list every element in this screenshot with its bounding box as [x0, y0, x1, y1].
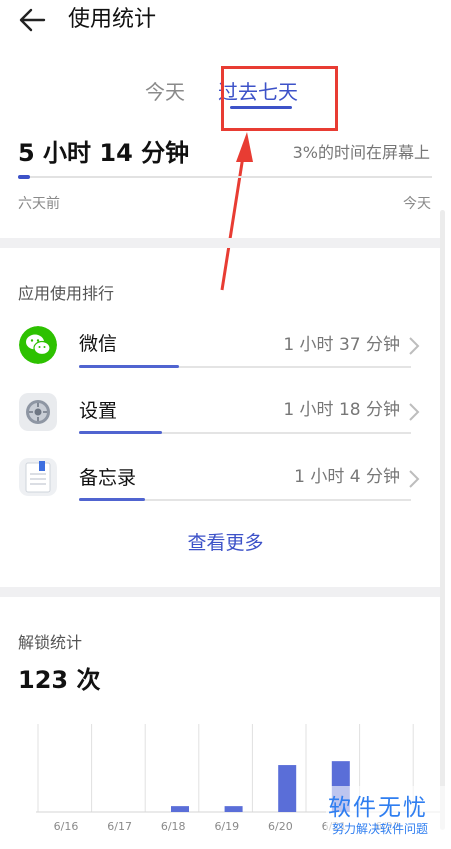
annotation-arrow	[220, 132, 253, 291]
ranking-section-title: 应用使用排行	[18, 284, 115, 303]
app-usage-time: 1 小时 37 分钟	[283, 335, 400, 355]
scrollbar[interactable]	[440, 210, 445, 830]
settings-icon	[19, 393, 57, 431]
section-divider	[0, 238, 440, 248]
app-name: 设置	[79, 400, 118, 422]
chart-x-tick-label: 6/18	[161, 820, 186, 833]
range-end-label: 今天	[403, 196, 431, 212]
chevron-right-icon	[409, 403, 420, 421]
range-start-label: 六天前	[18, 196, 60, 212]
memo-icon	[19, 458, 57, 496]
chart-x-tick-label: 6/17	[107, 820, 132, 833]
usage-fill	[79, 365, 179, 368]
app-usage-time: 1 小时 18 分钟	[283, 400, 400, 420]
chart-x-tick-label: 6/19	[214, 820, 239, 833]
chart-x-tick-label: 6/16	[54, 820, 79, 833]
back-arrow-icon[interactable]	[18, 6, 48, 34]
chevron-right-icon	[409, 470, 420, 488]
app-name: 备忘录	[79, 467, 137, 489]
view-more-link[interactable]: 查看更多	[0, 528, 451, 555]
screen-time-track	[18, 176, 432, 178]
tab-today[interactable]: 今天	[145, 76, 185, 105]
app-row-wechat[interactable]: 微信 1 小时 37 分钟	[0, 310, 440, 376]
usage-fill	[79, 498, 146, 501]
app-usage-time: 1 小时 4 分钟	[294, 467, 400, 487]
page-title: 使用统计	[68, 7, 157, 32]
screen-time-percent: 3%的时间在屏幕上	[292, 143, 430, 162]
watermark-subtitle: 努力解决软件问题	[332, 822, 429, 836]
total-usage-time: 5 小时 14 分钟	[18, 139, 190, 167]
app-row-memo[interactable]: 备忘录 1 小时 4 分钟	[0, 444, 440, 510]
annotation-highlight-box	[221, 66, 338, 131]
wechat-icon	[19, 326, 57, 364]
chart-x-tick-label: 6/20	[268, 820, 293, 833]
chevron-right-icon	[409, 337, 420, 355]
unlock-section-title: 解锁统计	[18, 633, 83, 652]
usage-fill	[79, 431, 162, 434]
app-row-settings[interactable]: 设置 1 小时 18 分钟	[0, 377, 440, 443]
chart-bar	[171, 806, 189, 812]
section-divider	[0, 587, 440, 597]
watermark-title: 软件无忧	[328, 795, 428, 821]
chart-bar	[278, 765, 297, 812]
app-name: 微信	[79, 333, 118, 355]
screen-time-fill	[18, 175, 31, 179]
unlock-count: 123 次	[18, 666, 101, 694]
chart-bar	[224, 806, 243, 812]
